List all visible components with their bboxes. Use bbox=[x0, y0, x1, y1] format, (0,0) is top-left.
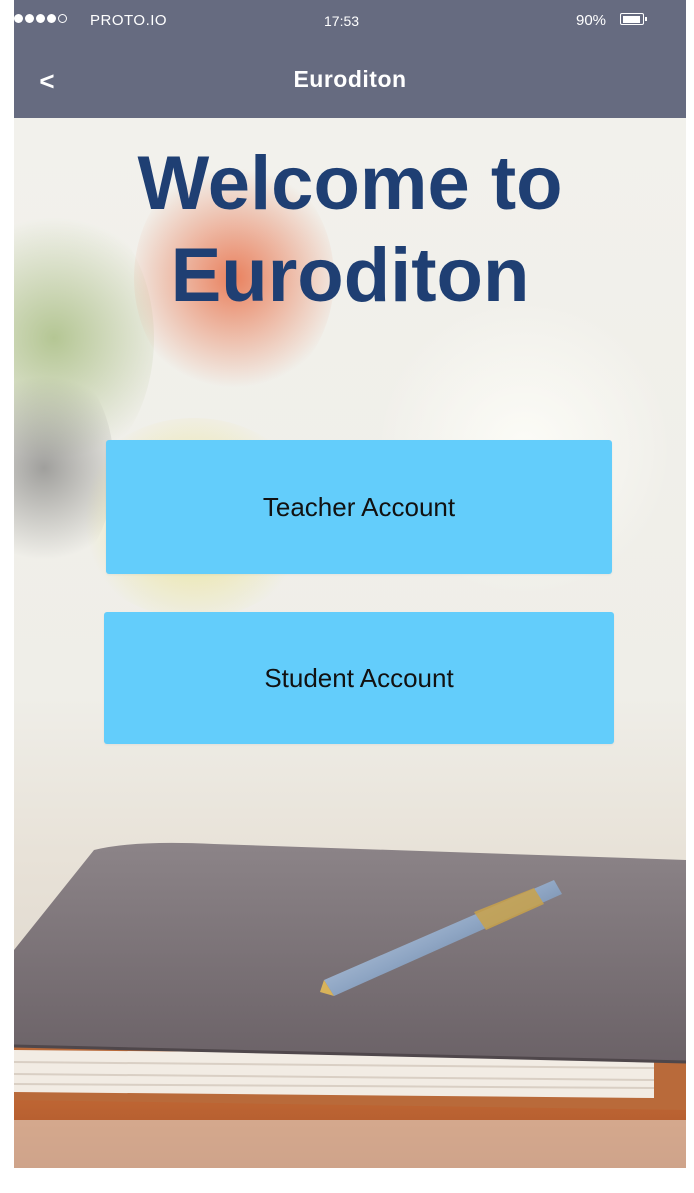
battery-icon bbox=[620, 13, 644, 25]
app-screen: PROTO.IO 17:53 90% < Euroditon Welcome t… bbox=[14, 0, 686, 1168]
welcome-heading-line1: Welcome to bbox=[137, 141, 563, 226]
battery-percent: 90% bbox=[576, 12, 607, 29]
teacher-account-button[interactable]: Teacher Account bbox=[106, 440, 612, 574]
carrier-name: PROTO.IO bbox=[90, 12, 168, 29]
student-account-button[interactable]: Student Account bbox=[104, 612, 614, 744]
notebook-and-pen-image bbox=[14, 842, 686, 1168]
signal-strength-icon bbox=[14, 14, 67, 23]
battery-tip bbox=[645, 17, 647, 21]
navigation-bar: < Euroditon bbox=[14, 46, 686, 118]
status-bar: PROTO.IO 17:53 90% bbox=[14, 0, 686, 46]
welcome-heading-line2: Euroditon bbox=[170, 233, 530, 318]
page-title: Euroditon bbox=[293, 66, 407, 92]
welcome-heading: Welcome to Euroditon bbox=[14, 138, 686, 322]
status-time: 17:53 bbox=[324, 13, 360, 29]
